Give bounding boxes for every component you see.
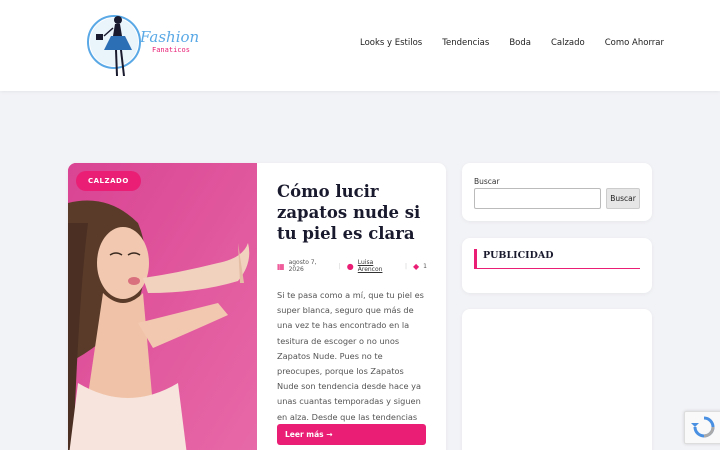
search-label: Buscar: [474, 177, 500, 186]
nav-item-tendencias[interactable]: Tendencias: [442, 38, 489, 48]
svg-text:Fashion: Fashion: [139, 28, 199, 46]
ad-widget: [462, 309, 652, 450]
comment-count[interactable]: 1: [423, 263, 427, 270]
article-card: CALZADO Cómo lucir zapatos nude si tu pi…: [68, 163, 446, 450]
site-logo[interactable]: Fashion Fanaticos: [82, 6, 212, 86]
nav-item-calzado[interactable]: Calzado: [551, 38, 585, 48]
nav-item-looks[interactable]: Looks y Estilos: [360, 38, 422, 48]
recaptcha-badge[interactable]: [684, 411, 720, 444]
article-body: Cómo lucir zapatos nude si tu piel es cl…: [277, 181, 427, 440]
category-badge[interactable]: CALZADO: [76, 171, 141, 191]
article-author[interactable]: Luisa Arencon: [358, 259, 399, 273]
article-image[interactable]: CALZADO: [68, 163, 257, 450]
publicidad-title: PUBLICIDAD: [474, 249, 640, 269]
article-date: agosto 7, 2026: [288, 259, 317, 273]
article-meta: ▦ agosto 7, 2026 | ● Luisa Arencon | ◆ 1: [277, 259, 427, 273]
meta-separator: |: [404, 262, 408, 270]
site-header: Fashion Fanaticos Looks y Estilos Tenden…: [0, 0, 720, 91]
search-widget: Buscar Buscar: [462, 163, 652, 221]
publicidad-widget: PUBLICIDAD: [462, 238, 652, 293]
main-nav: Looks y Estilos Tendencias Boda Calzado …: [340, 38, 664, 48]
read-more-button[interactable]: Leer más →: [277, 424, 426, 445]
search-input[interactable]: [474, 188, 601, 209]
article-excerpt: Si te pasa como a mí, que tu piel es sup…: [277, 290, 424, 437]
calendar-icon: ▦: [277, 261, 285, 271]
user-icon: ●: [346, 261, 354, 271]
article-title[interactable]: Cómo lucir zapatos nude si tu piel es cl…: [277, 181, 427, 244]
meta-separator: |: [338, 262, 341, 270]
svg-text:Fanaticos: Fanaticos: [152, 46, 190, 54]
comments-icon: ◆: [413, 261, 420, 271]
nav-item-como-ahorrar[interactable]: Como Ahorrar: [605, 38, 664, 48]
nav-item-boda[interactable]: Boda: [509, 38, 531, 48]
search-button[interactable]: Buscar: [606, 188, 640, 209]
